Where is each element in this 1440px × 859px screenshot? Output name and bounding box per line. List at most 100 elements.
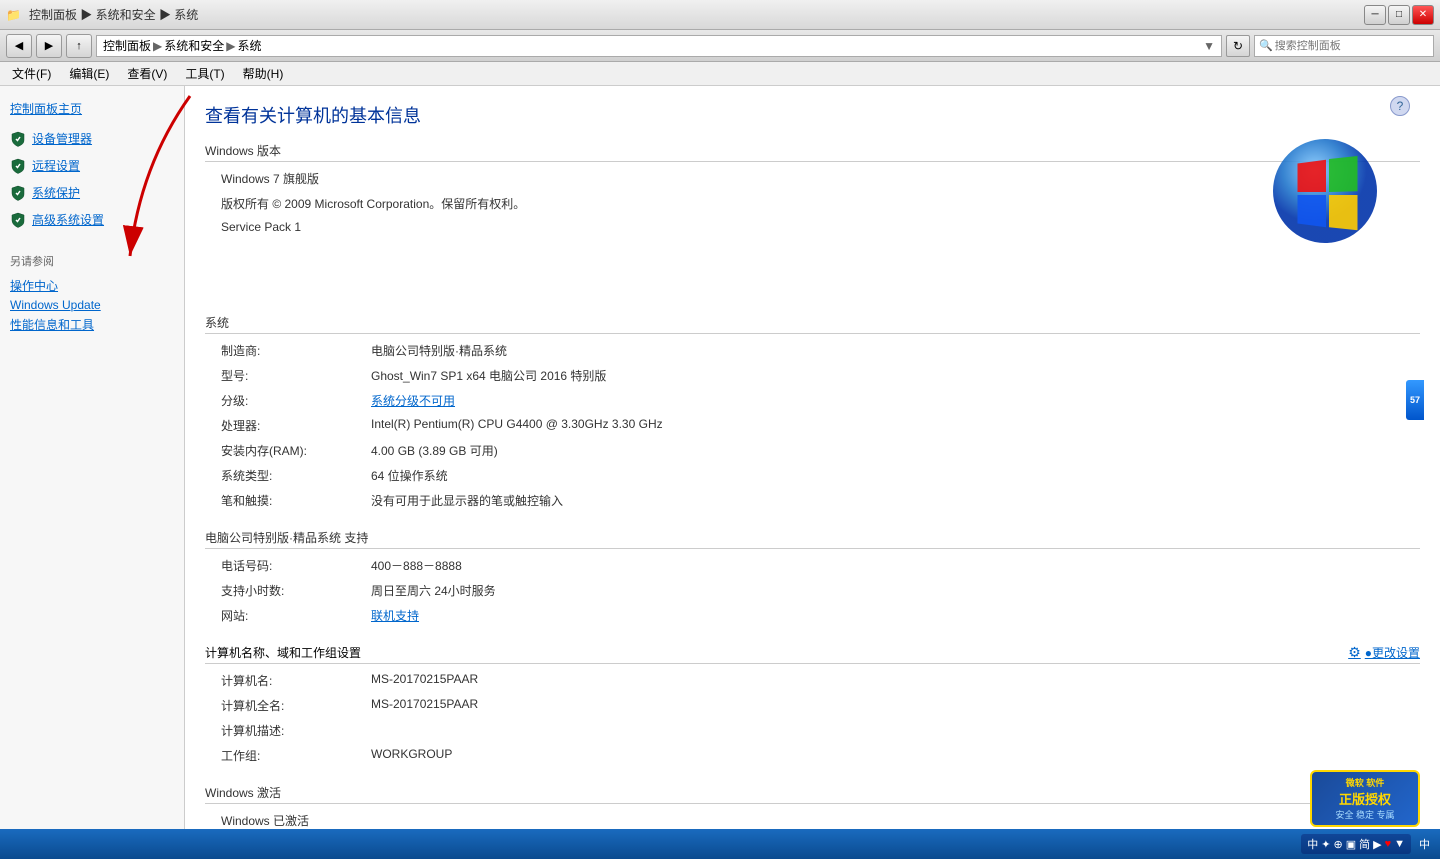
sidebar: 控制面板主页 设备管理器 远程设置 系统保护	[0, 86, 185, 829]
model-row: 型号: Ghost_Win7 SP1 x64 电脑公司 2016 特别版	[205, 363, 1420, 388]
sidebar-link-performance[interactable]: 性能信息和工具	[10, 314, 174, 335]
sidebar-link-windows-update[interactable]: Windows Update	[10, 296, 174, 314]
service-pack-row: Service Pack 1	[205, 216, 1420, 238]
taskbar-icon-jian: 简	[1359, 836, 1370, 852]
sidebar-also-section: 另请参阅 操作中心 Windows Update 性能信息和工具	[0, 253, 184, 335]
windows-version-section: Windows 版本	[205, 142, 1420, 162]
system-section: 系统	[205, 314, 1420, 334]
website-row: 网站: 联机支持	[205, 603, 1420, 628]
sidebar-link-action-center[interactable]: 操作中心	[10, 275, 174, 296]
shield-icon-3	[10, 185, 26, 201]
taskbar-icon-square: ▣	[1346, 838, 1356, 851]
system-type-row: 系统类型: 64 位操作系统	[205, 463, 1420, 488]
search-input[interactable]	[1275, 40, 1429, 52]
support-section: 电脑公司特别版·精品系统 支持	[205, 529, 1420, 549]
dropdown-arrow[interactable]: ▼	[1203, 39, 1215, 53]
sidebar-also-title: 另请参阅	[10, 253, 174, 269]
manufacturer-value: 电脑公司特别版·精品系统	[371, 342, 507, 359]
copyright-row: 版权所有 © 2009 Microsoft Corporation。保留所有权利…	[205, 191, 1420, 216]
taskbar-icon-dot: ✦	[1321, 838, 1330, 851]
back-button[interactable]: ◀	[6, 34, 32, 58]
support-hours-row: 支持小时数: 周日至周六 24小时服务	[205, 578, 1420, 603]
computer-desc-row: 计算机描述:	[205, 718, 1420, 743]
system-type-value: 64 位操作系统	[371, 467, 448, 484]
menu-bar: 文件(F) 编辑(E) 查看(V) 工具(T) 帮助(H)	[0, 62, 1440, 86]
manufacturer-row: 制造商: 电脑公司特别版·精品系统	[205, 338, 1420, 363]
win-name-row: Windows 7 旗舰版	[205, 166, 1420, 191]
processor-value: Intel(R) Pentium(R) CPU G4400 @ 3.30GHz …	[371, 417, 663, 434]
breadcrumb-controlpanel[interactable]: 控制面板	[103, 37, 151, 54]
pen-touch-value: 没有可用于此显示器的笔或触控输入	[371, 492, 563, 509]
up-button[interactable]: ↑	[66, 34, 92, 58]
sidebar-label-protection: 系统保护	[32, 184, 80, 201]
sidebar-label-advanced: 高级系统设置	[32, 211, 104, 228]
sidebar-label-remote: 远程设置	[32, 157, 80, 174]
sidebar-item-advanced[interactable]: 高级系统设置	[0, 206, 184, 233]
computer-name-label: 计算机名:	[221, 672, 371, 689]
rating-value[interactable]: 系统分级不可用	[371, 392, 455, 409]
search-box: 🔍	[1254, 35, 1434, 57]
windows-logo	[1270, 136, 1380, 249]
main-layout: 控制面板主页 设备管理器 远程设置 系统保护	[0, 86, 1440, 829]
rating-row: 分级: 系统分级不可用	[205, 388, 1420, 413]
service-pack: Service Pack 1	[221, 220, 301, 234]
sidebar-item-protection[interactable]: 系统保护	[0, 179, 184, 206]
menu-help[interactable]: 帮助(H)	[235, 63, 292, 84]
shield-icon-4	[10, 212, 26, 228]
sidebar-item-remote[interactable]: 远程设置	[0, 152, 184, 179]
breadcrumb-system[interactable]: 系统	[238, 37, 262, 54]
copyright: 版权所有 © 2009 Microsoft Corporation。保留所有权利…	[221, 195, 525, 212]
content-area: ? 查看有关计算机的基本信息	[185, 86, 1440, 829]
menu-file[interactable]: 文件(F)	[4, 63, 59, 84]
shield-icon-2	[10, 158, 26, 174]
computer-section-title: 计算机名称、域和工作组设置	[205, 644, 361, 661]
forward-button[interactable]: ▶	[36, 34, 62, 58]
ram-label: 安装内存(RAM):	[221, 442, 371, 459]
ram-row: 安装内存(RAM): 4.00 GB (3.89 GB 可用)	[205, 438, 1420, 463]
sep-1: ▶	[153, 39, 162, 53]
watermark-title: 微软 软件	[1320, 776, 1410, 789]
computer-section-header: 计算机名称、域和工作组设置 ⚙ ●更改设置	[205, 644, 1420, 664]
taskbar-time: 中	[1415, 836, 1434, 852]
phone-label: 电话号码:	[221, 557, 371, 574]
menu-tools[interactable]: 工具(T)	[177, 63, 232, 84]
menu-view[interactable]: 查看(V)	[119, 63, 175, 84]
model-value: Ghost_Win7 SP1 x64 电脑公司 2016 特别版	[371, 367, 606, 384]
sep-2: ▶	[226, 39, 235, 53]
title-bar-left: 📁 控制面板 ▶ 系统和安全 ▶ 系统	[6, 6, 198, 23]
address-breadcrumb[interactable]: 控制面板 ▶ 系统和安全 ▶ 系统 ▼	[96, 35, 1222, 57]
watermark-authorized: 正版授权	[1320, 789, 1410, 808]
sidebar-item-device-manager[interactable]: 设备管理器	[0, 125, 184, 152]
gear-icon: ⚙	[1348, 644, 1361, 661]
help-button[interactable]: ?	[1390, 96, 1410, 116]
computer-full-row: 计算机全名: MS-20170215PAAR	[205, 693, 1420, 718]
spacer	[205, 238, 1420, 298]
menu-edit[interactable]: 编辑(E)	[61, 63, 117, 84]
sidebar-home[interactable]: 控制面板主页	[0, 96, 184, 125]
taskbar-icon-play: ▶	[1373, 838, 1381, 851]
taskbar-icon-network: ⊕	[1333, 838, 1342, 851]
taskbar: 中 ✦ ⊕ ▣ 简 ▶ ♥ ▼ 中	[0, 829, 1440, 859]
taskbar-icon-heart: ♥	[1385, 838, 1392, 850]
system-type-label: 系统类型:	[221, 467, 371, 484]
rating-label: 分级:	[221, 392, 371, 409]
breadcrumb-security[interactable]: 系统和安全	[164, 37, 224, 54]
change-settings-button[interactable]: ⚙ ●更改设置	[1348, 644, 1420, 661]
taskbar-icon-arrow: ▼	[1394, 838, 1405, 850]
minimize-button[interactable]: ─	[1364, 5, 1386, 25]
change-settings-label: ●更改设置	[1365, 644, 1420, 661]
watermark-sub: 安全 稳定 专属	[1320, 808, 1410, 821]
support-hours-value: 周日至周六 24小时服务	[371, 582, 496, 599]
window-controls: ─ □ ✕	[1364, 5, 1434, 25]
maximize-button[interactable]: □	[1388, 5, 1410, 25]
website-label: 网站:	[221, 607, 371, 624]
website-value[interactable]: 联机支持	[371, 607, 419, 624]
manufacturer-label: 制造商:	[221, 342, 371, 359]
title-path: 控制面板 ▶ 系统和安全 ▶ 系统	[29, 6, 198, 23]
taskbar-icon-zh: 中	[1307, 836, 1318, 852]
close-button[interactable]: ✕	[1412, 5, 1434, 25]
activation-section: Windows 激活	[205, 784, 1420, 804]
computer-name-row: 计算机名: MS-20170215PAAR	[205, 668, 1420, 693]
computer-full-value: MS-20170215PAAR	[371, 697, 478, 714]
refresh-button[interactable]: ↻	[1226, 35, 1250, 57]
